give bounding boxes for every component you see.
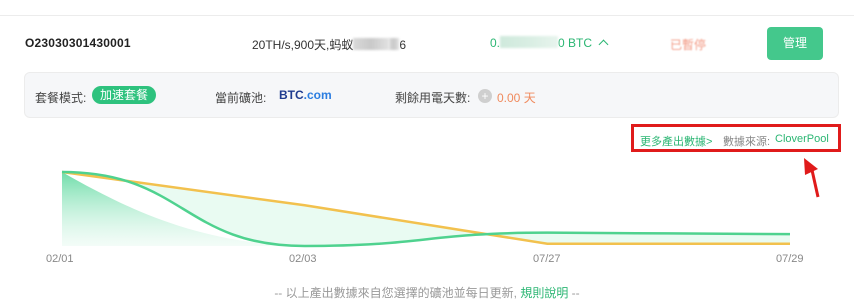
x-tick-label: 02/01 — [46, 253, 74, 265]
x-tick-label: 07/29 — [776, 253, 804, 265]
highlight-arrow — [810, 169, 820, 198]
footer-note: -- 以上產出數據來自您選擇的礦池並每日更新, 規則說明 -- — [0, 284, 854, 301]
output-chart — [61, 158, 820, 248]
highlight-arrowhead — [804, 158, 818, 175]
footer-text-end: -- — [568, 286, 580, 300]
x-tick-label: 02/03 — [289, 253, 317, 265]
footer-text: -- 以上產出數據來自您選擇的礦池並每日更新, — [274, 286, 517, 300]
x-tick-label: 07/27 — [533, 253, 561, 265]
rules-link[interactable]: 規則說明 — [520, 286, 568, 300]
